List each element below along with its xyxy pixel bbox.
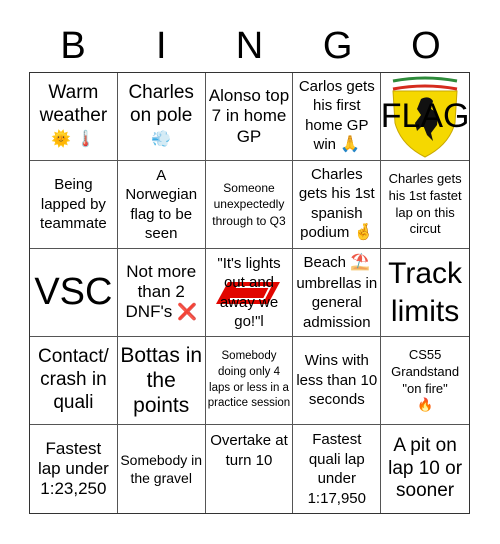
bingo-cell[interactable]: Bottas in the points <box>117 337 206 425</box>
cross-mark-icon: ❌ <box>176 304 197 322</box>
cell-text: Fastest lap under 1:23,250 <box>37 438 109 499</box>
bingo-cell[interactable]: Fastest lap under 1:23,250 <box>30 425 118 513</box>
bingo-cell[interactable]: A Norwegian flag to be seen <box>117 161 206 249</box>
sun-thermometer-icon: 🌞 🌡️ <box>51 130 96 148</box>
cell-text: "It's lights out and away we go!"l <box>217 254 281 331</box>
bingo-cell[interactable]: Wins with less than 10 seconds <box>293 337 382 425</box>
cell-text: Charles on pole <box>128 82 194 127</box>
bingo-cell[interactable]: "It's lights out and away we go!"l <box>205 249 294 337</box>
bingo-cell[interactable]: Someone unexpectedly through to Q3 <box>205 161 294 249</box>
beach-umbrella-icon: ⛱️ <box>350 253 371 271</box>
pray-icon: 🙏 <box>340 136 361 154</box>
cell-text: Overtake at turn 10 <box>210 432 288 469</box>
bingo-cell[interactable]: Fastest quali lap under 1:17,950 <box>293 425 382 513</box>
bingo-cell[interactable]: Not more than 2 DNF's ❌ <box>117 249 206 337</box>
cell-text: Contact/ crash in quali <box>38 346 109 413</box>
cell-text: Charles gets his 1st fastet lap on this … <box>388 170 462 237</box>
bingo-cell[interactable]: VSC <box>30 249 118 337</box>
bingo-cell[interactable]: Being lapped by teammate <box>30 161 118 249</box>
bingo-cell[interactable]: Charles gets his 1st spanish podium 🤞 <box>293 161 382 249</box>
header-letter-i: I <box>156 25 167 67</box>
crossed-fingers-icon: 🤞 <box>353 224 374 242</box>
header-letter-n: N <box>235 25 264 67</box>
bingo-cell[interactable]: Overtake at turn 10 <box>206 425 294 513</box>
bingo-cell[interactable]: Alonso top 7 in home GP <box>205 73 294 161</box>
cell-text: A Norwegian flag to be seen <box>125 166 198 243</box>
dash-icon: 💨 <box>151 130 172 148</box>
bingo-grid: Warm weather 🌞 🌡️ Charles on pole 💨 Alonso… <box>29 72 470 514</box>
cell-text: Carlos gets his first home GP win <box>298 77 375 154</box>
bingo-cell[interactable]: Charles on pole 💨 <box>117 73 206 161</box>
bingo-cell[interactable]: Contact/ crash in quali <box>30 337 118 425</box>
cell-text: FLAG <box>381 97 469 136</box>
cell-text: Fastest quali lap under 1:17,950 <box>307 431 366 507</box>
bingo-cell[interactable]: A pit on lap 10 or sooner <box>381 425 469 513</box>
header-letter-o: O <box>411 25 441 67</box>
cell-text: Somebody in the gravel <box>120 451 203 486</box>
cell-text: Beach <box>303 253 347 271</box>
cell-text-continued: umbrellas in general admission <box>296 274 378 331</box>
bingo-cell[interactable]: FLAG <box>381 73 469 161</box>
fire-icon: 🔥 <box>417 397 434 413</box>
cell-text: Being lapped by teammate <box>40 176 107 233</box>
bingo-cell[interactable]: Beach ⛱️ umbrellas in general admission <box>293 249 382 337</box>
cell-text: A pit on lap 10 or sooner <box>388 434 463 502</box>
bingo-cell[interactable]: Track limits <box>381 249 469 337</box>
cell-text: Alonso top 7 in home GP <box>208 86 290 146</box>
cell-text: Bottas in the points <box>120 343 203 418</box>
header-letter-b: B <box>60 25 86 67</box>
cell-text: Track limits <box>388 257 463 328</box>
header-letter-g: G <box>322 25 353 67</box>
bingo-cell[interactable]: CS55 Grandstand "on fire" 🔥 <box>381 337 469 425</box>
bingo-cell[interactable]: Somebody in the gravel <box>118 425 206 513</box>
bingo-header: B I N G O <box>29 20 470 72</box>
cell-text: Wins with less than 10 seconds <box>296 352 378 409</box>
cell-text: CS55 Grandstand "on fire" <box>391 346 460 396</box>
cell-text: VSC <box>34 271 113 314</box>
cell-text: Somebody doing only 4 laps or less in a … <box>207 350 291 410</box>
bingo-cell[interactable]: Warm weather 🌞 🌡️ <box>30 73 118 161</box>
bingo-cell[interactable]: Charles gets his 1st fastet lap on this … <box>381 161 469 249</box>
cell-text: Warm weather <box>39 82 108 127</box>
cell-text: Someone unexpectedly through to Q3 <box>212 181 286 228</box>
bingo-cell[interactable]: Somebody doing only 4 laps or less in a … <box>205 337 294 425</box>
bingo-cell[interactable]: Carlos gets his first home GP win 🙏 <box>293 73 382 161</box>
